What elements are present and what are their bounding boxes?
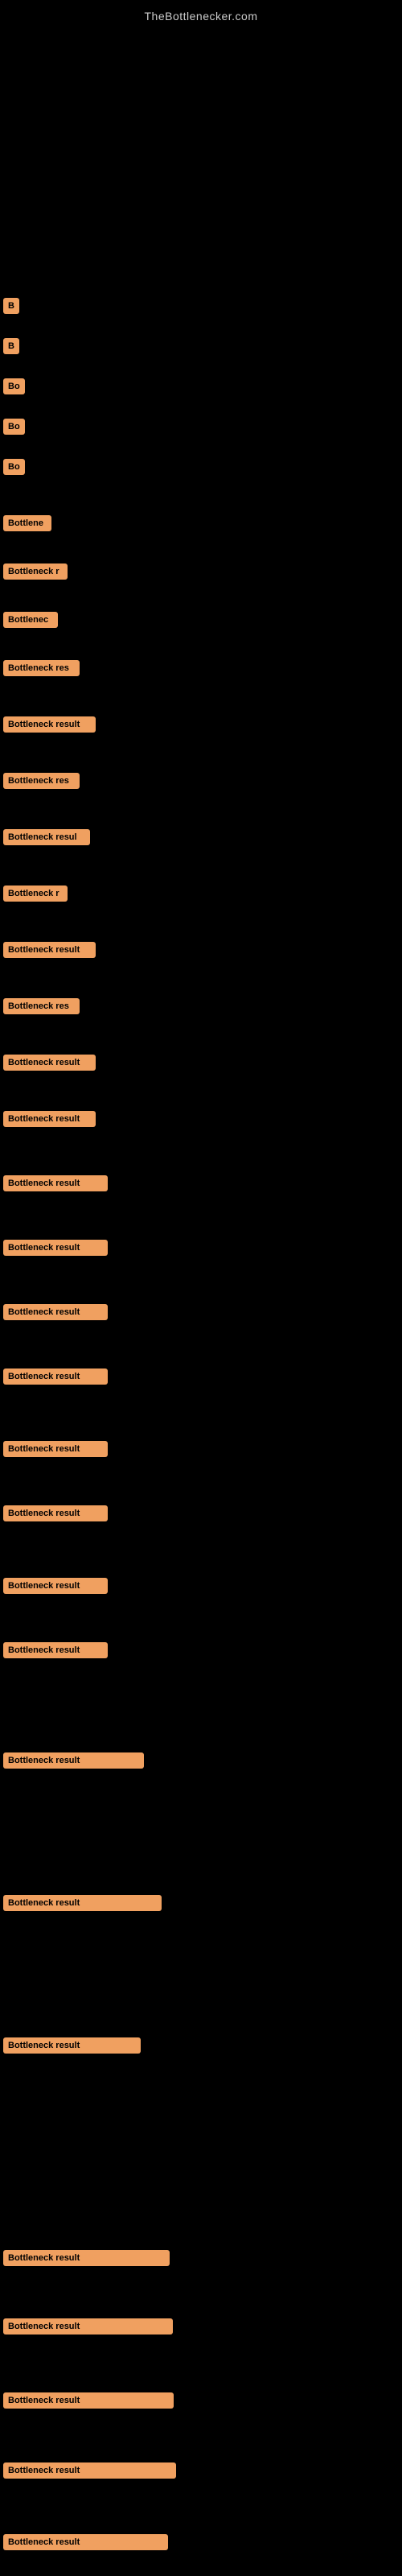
result-row: Bottleneck result (2, 2534, 168, 2550)
result-row: Bottleneck r (2, 564, 68, 580)
result-row: Bottlene (2, 515, 51, 531)
result-row: B (2, 338, 19, 354)
result-row: Bottleneck result (2, 2318, 173, 2334)
result-row: Bo (2, 459, 25, 475)
result-row: Bottleneck result (2, 1304, 108, 1320)
result-row: Bottleneck res (2, 998, 80, 1014)
bottleneck-result-badge[interactable]: Bottleneck resul (3, 829, 90, 845)
bottleneck-result-badge[interactable]: Bottleneck result (3, 1895, 162, 1911)
result-row: Bottleneck result (2, 1441, 108, 1457)
result-row: Bottleneck result (2, 1895, 162, 1911)
bottleneck-result-badge[interactable]: Bottleneck result (3, 2250, 170, 2266)
site-title: TheBottlenecker.com (0, 3, 402, 23)
result-row: Bottleneck r (2, 886, 68, 902)
bottleneck-result-badge[interactable]: Bottlene (3, 515, 51, 531)
result-row: B (2, 298, 19, 314)
result-row: Bottleneck result (2, 2392, 174, 2409)
bottleneck-result-badge[interactable]: Bo (3, 378, 25, 394)
result-row: Bottleneck result (2, 1578, 108, 1594)
result-row: Bo (2, 378, 25, 394)
bottleneck-result-badge[interactable]: Bottleneck result (3, 2462, 176, 2479)
result-row: Bottleneck result (2, 1175, 108, 1191)
bottleneck-result-badge[interactable]: B (3, 338, 19, 354)
result-row: Bottleneck result (2, 1752, 144, 1769)
bottleneck-result-badge[interactable]: Bottleneck res (3, 998, 80, 1014)
bottleneck-result-badge[interactable]: Bottleneck result (3, 1240, 108, 1256)
bottleneck-result-badge[interactable]: Bottleneck result (3, 1055, 96, 1071)
result-row: Bottleneck result (2, 716, 96, 733)
bottleneck-result-badge[interactable]: B (3, 298, 19, 314)
bottleneck-result-badge[interactable]: Bottleneck res (3, 660, 80, 676)
result-row: Bottleneck resul (2, 829, 90, 845)
bottleneck-result-badge[interactable]: Bottleneck r (3, 564, 68, 580)
bottleneck-result-badge[interactable]: Bottleneck result (3, 1368, 108, 1385)
result-row: Bottleneck result (2, 2462, 176, 2479)
result-row: Bottleneck result (2, 1240, 108, 1256)
bottleneck-result-badge[interactable]: Bottleneck result (3, 2318, 173, 2334)
bottleneck-result-badge[interactable]: Bottleneck result (3, 1505, 108, 1521)
bottleneck-result-badge[interactable]: Bo (3, 459, 25, 475)
bottleneck-result-badge[interactable]: Bottleneck result (3, 1642, 108, 1658)
result-row: Bottleneck result (2, 942, 96, 958)
result-row: Bottleneck result (2, 1505, 108, 1521)
bottleneck-result-badge[interactable]: Bottleneck result (3, 1111, 96, 1127)
bottleneck-result-badge[interactable]: Bottleneck result (3, 1441, 108, 1457)
result-row: Bottleneck result (2, 1055, 96, 1071)
result-row: Bottlenec (2, 612, 58, 628)
result-row: Bottleneck result (2, 1368, 108, 1385)
bottleneck-result-badge[interactable]: Bottleneck result (3, 1578, 108, 1594)
bottleneck-result-badge[interactable]: Bottleneck result (3, 2037, 141, 2054)
result-row: Bottleneck res (2, 773, 80, 789)
bottleneck-result-badge[interactable]: Bottleneck result (3, 942, 96, 958)
result-row: Bottleneck result (2, 1642, 108, 1658)
result-row: Bottleneck result (2, 1111, 96, 1127)
bottleneck-result-badge[interactable]: Bottleneck result (3, 2534, 168, 2550)
bottleneck-result-badge[interactable]: Bottleneck r (3, 886, 68, 902)
result-row: Bottleneck res (2, 660, 80, 676)
result-row: Bo (2, 419, 25, 435)
bottleneck-result-badge[interactable]: Bottleneck res (3, 773, 80, 789)
bottleneck-result-badge[interactable]: Bottleneck result (3, 1175, 108, 1191)
bottleneck-result-badge[interactable]: Bottleneck result (3, 1752, 144, 1769)
result-row: Bottleneck result (2, 2037, 141, 2054)
result-row: Bottleneck result (2, 2250, 170, 2266)
bottleneck-result-badge[interactable]: Bottleneck result (3, 716, 96, 733)
bottleneck-result-badge[interactable]: Bo (3, 419, 25, 435)
bottleneck-result-badge[interactable]: Bottleneck result (3, 2392, 174, 2409)
bottleneck-result-badge[interactable]: Bottlenec (3, 612, 58, 628)
bottleneck-result-badge[interactable]: Bottleneck result (3, 1304, 108, 1320)
